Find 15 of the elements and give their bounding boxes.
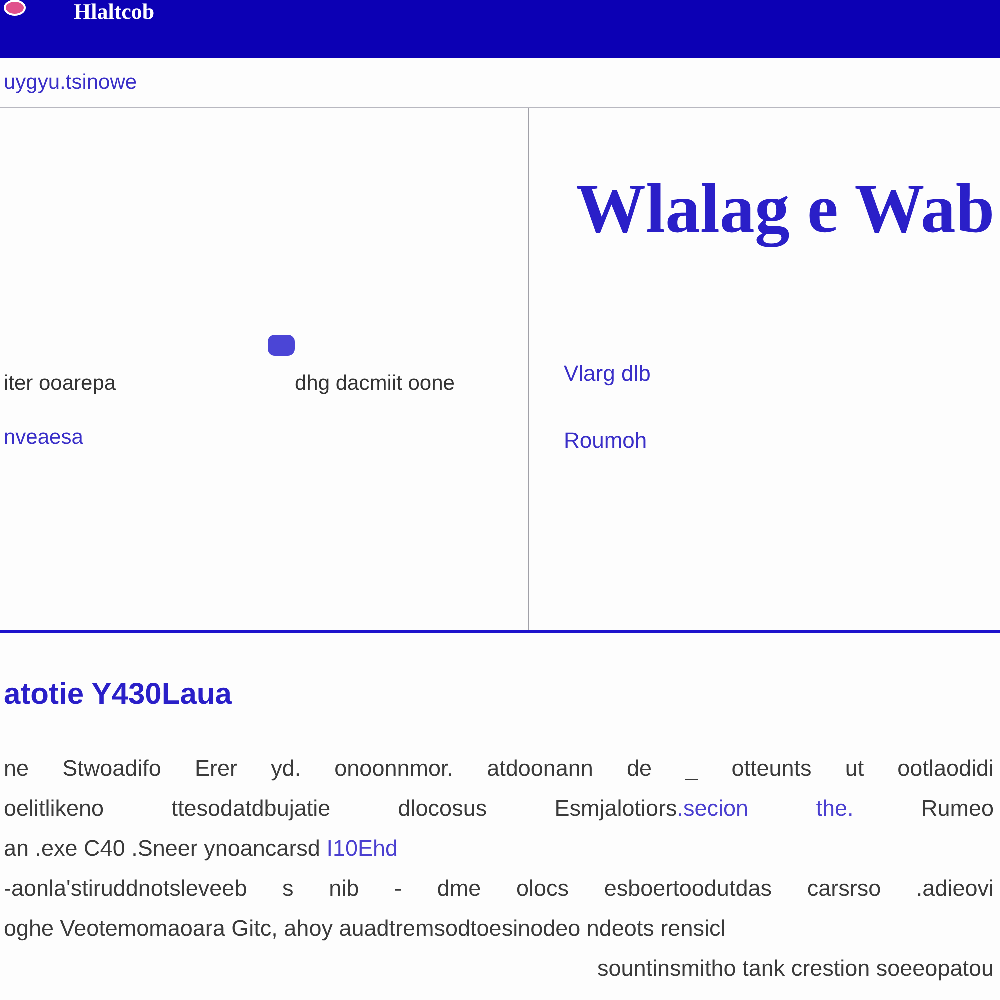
section-heading: atotie Y430Laua <box>4 677 234 713</box>
site-title: Hlaltcob <box>74 0 155 24</box>
rounded-square-icon <box>268 335 295 356</box>
panel-heading: Wlalag e Wab <box>576 170 996 250</box>
logo-icon <box>4 0 26 16</box>
closing-line: sountinsmitho tank crestion soeeopatou <box>596 955 994 983</box>
panel-link[interactable]: nveaesa <box>4 422 84 453</box>
inline-link[interactable]: .secion the. <box>677 796 854 821</box>
panel-text: iter ooarepa <box>4 371 116 397</box>
panel-link[interactable]: Roumoh <box>564 424 648 456</box>
panel-text: dhg dacmiit oone <box>295 371 455 397</box>
body-paragraph: ne Stwoadifo Erer yd. onoonnmor. atdoonann de _ otteunts ut ootlaodidi oelitlikeno ttesodatdbujatie dlocosus Esmjalotiors.secion the. Rumeo an .exe C40 .Sneer ynoancarsd I10Ehd <box>4 755 994 863</box>
panel-link[interactable]: Vlarg dlb <box>564 356 651 390</box>
inline-link[interactable]: I10Ehd <box>326 836 398 861</box>
subheader-link[interactable]: uygyu.tsinowe <box>4 66 138 98</box>
